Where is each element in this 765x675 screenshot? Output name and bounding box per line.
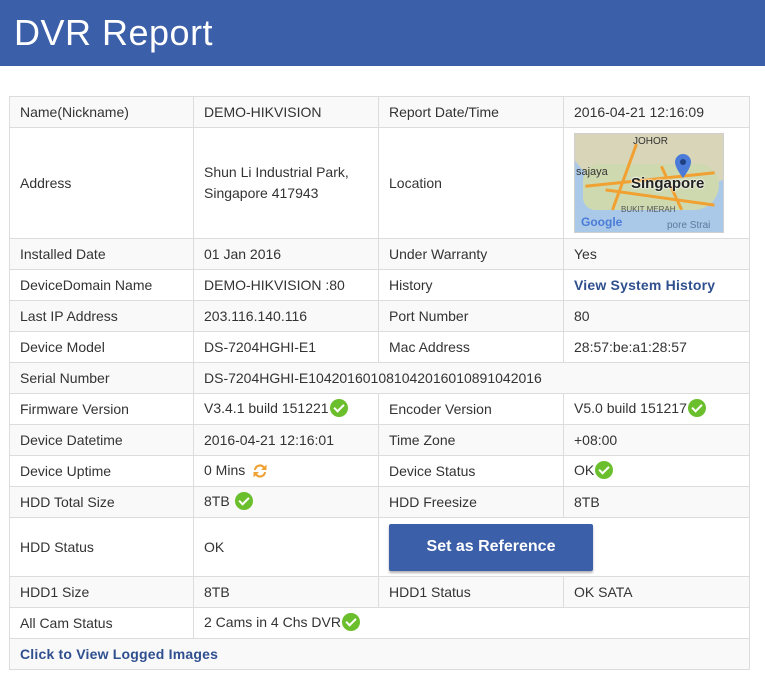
value-device-datetime: 2016-04-21 12:16:01 [193,424,379,456]
label-hdd-status: HDD Status [9,517,194,577]
label-hdd-total: HDD Total Size [9,486,194,518]
view-system-history-link[interactable]: View System History [574,277,715,293]
report-table: Name(Nickname) DEMO-HIKVISION Report Dat… [9,96,750,670]
value-hdd-total-cell: 8TB [193,486,379,518]
label-firmware: Firmware Version [9,393,194,425]
value-ip: 203.116.140.116 [193,300,379,332]
value-device-status: OK [574,461,595,478]
map-city-label: Singapore [631,175,705,192]
value-port: 80 [563,300,750,332]
location-map[interactable]: JOHOR sajaya Singapore BUKIT MERAH pore … [574,133,724,233]
check-circle-icon [687,399,706,418]
row-installed: Installed Date 01 Jan 2016 Under Warrant… [9,238,750,270]
row-hdd-total: HDD Total Size 8TB HDD Freesize 8TB [9,486,750,518]
label-encoder: Encoder Version [378,393,564,425]
value-uptime-cell: 0 Mins [193,455,379,487]
value-timezone: +08:00 [563,424,750,456]
label-hdd1-size: HDD1 Size [9,576,194,608]
value-uptime: 0 Mins [204,462,246,479]
set-as-reference-button[interactable]: Set as Reference [389,523,593,571]
value-model: DS-7204HGHI-E1 [193,331,379,363]
map-label-bukit-merah: BUKIT MERAH [621,205,676,214]
map-label-johor: JOHOR [633,136,668,147]
view-logged-images-link[interactable]: Click to View Logged Images [20,646,218,662]
row-address: Address Shun Li Industrial Park, Singapo… [9,127,750,239]
value-firmware: V3.4.1 build 151221 [204,399,329,416]
check-circle-icon [595,461,614,480]
row-cams: All Cam Status 2 Cams in 4 Chs DVR [9,607,750,639]
value-cam-status-cell: 2 Cams in 4 Chs DVR [193,607,750,639]
label-cam-status: All Cam Status [9,607,194,639]
map-label-strait: pore Strai [667,220,711,231]
label-installed-date: Installed Date [9,238,194,270]
row-hdd1: HDD1 Size 8TB HDD1 Status OK SATA [9,576,750,608]
value-hdd-free: 8TB [563,486,750,518]
value-location: JOHOR sajaya Singapore BUKIT MERAH pore … [563,127,750,239]
label-device-status: Device Status [378,455,564,487]
label-domain: DeviceDomain Name [9,269,194,301]
label-history: History [378,269,564,301]
label-ip: Last IP Address [9,300,194,332]
label-report-datetime: Report Date/Time [378,96,564,128]
value-name: DEMO-HIKVISION [193,96,379,128]
row-model: Device Model DS-7204HGHI-E1 Mac Address … [9,331,750,363]
view-history-link-cell: View System History [563,269,750,301]
value-serial: DS-7204HGHI-E104201601081042016010891042… [193,362,750,394]
value-encoder-cell: V5.0 build 151217 [563,393,750,425]
label-name: Name(Nickname) [9,96,194,128]
row-name: Name(Nickname) DEMO-HIKVISION Report Dat… [9,96,750,128]
check-circle-icon [234,492,253,511]
value-installed-date: 01 Jan 2016 [193,238,379,270]
label-serial: Serial Number [9,362,194,394]
row-serial: Serial Number DS-7204HGHI-E1042016010810… [9,362,750,394]
value-firmware-cell: V3.4.1 build 151221 [193,393,379,425]
value-report-datetime: 2016-04-21 12:16:09 [563,96,750,128]
check-circle-icon [329,399,348,418]
address-line-1: Shun Li Industrial Park, [204,164,349,180]
row-uptime: Device Uptime 0 Mins Device Status OK [9,455,750,487]
map-label-sajaya: sajaya [576,166,608,178]
label-model: Device Model [9,331,194,363]
row-logged-images: Click to View Logged Images [9,638,750,670]
label-timezone: Time Zone [378,424,564,456]
page-header: DVR Report [0,0,765,66]
google-logo: Google [581,215,623,229]
label-hdd-free: HDD Freesize [378,486,564,518]
label-location: Location [378,127,564,239]
page-title: DVR Report [14,12,214,53]
value-device-status-cell: OK [563,455,750,487]
address-line-2: Singapore 417943 [204,185,319,201]
value-hdd1-size: 8TB [193,576,379,608]
label-uptime: Device Uptime [9,455,194,487]
label-address: Address [9,127,194,239]
label-warranty: Under Warranty [378,238,564,270]
row-firmware: Firmware Version V3.4.1 build 151221 Enc… [9,393,750,425]
refresh-icon[interactable] [251,463,269,479]
value-encoder: V5.0 build 151217 [574,399,687,416]
value-hdd1-status: OK SATA [563,576,750,608]
value-hdd-status: OK [193,517,379,577]
value-domain: DEMO-HIKVISION :80 [193,269,379,301]
value-hdd-total: 8TB [204,492,230,509]
value-mac: 28:57:be:a1:28:57 [563,331,750,363]
row-datetime: Device Datetime 2016-04-21 12:16:01 Time… [9,424,750,456]
row-domain: DeviceDomain Name DEMO-HIKVISION :80 His… [9,269,750,301]
reference-button-cell: Set as Reference [378,517,750,577]
row-hdd-status: HDD Status OK Set as Reference [9,517,750,577]
row-ip: Last IP Address 203.116.140.116 Port Num… [9,300,750,332]
label-port: Port Number [378,300,564,332]
logged-images-cell: Click to View Logged Images [9,638,750,670]
map-pin-icon [675,154,691,178]
label-device-datetime: Device Datetime [9,424,194,456]
check-circle-icon [341,613,360,632]
value-cam-status: 2 Cams in 4 Chs DVR [204,613,341,630]
value-warranty: Yes [563,238,750,270]
label-hdd1-status: HDD1 Status [378,576,564,608]
label-mac: Mac Address [378,331,564,363]
value-address: Shun Li Industrial Park, Singapore 41794… [193,127,379,239]
